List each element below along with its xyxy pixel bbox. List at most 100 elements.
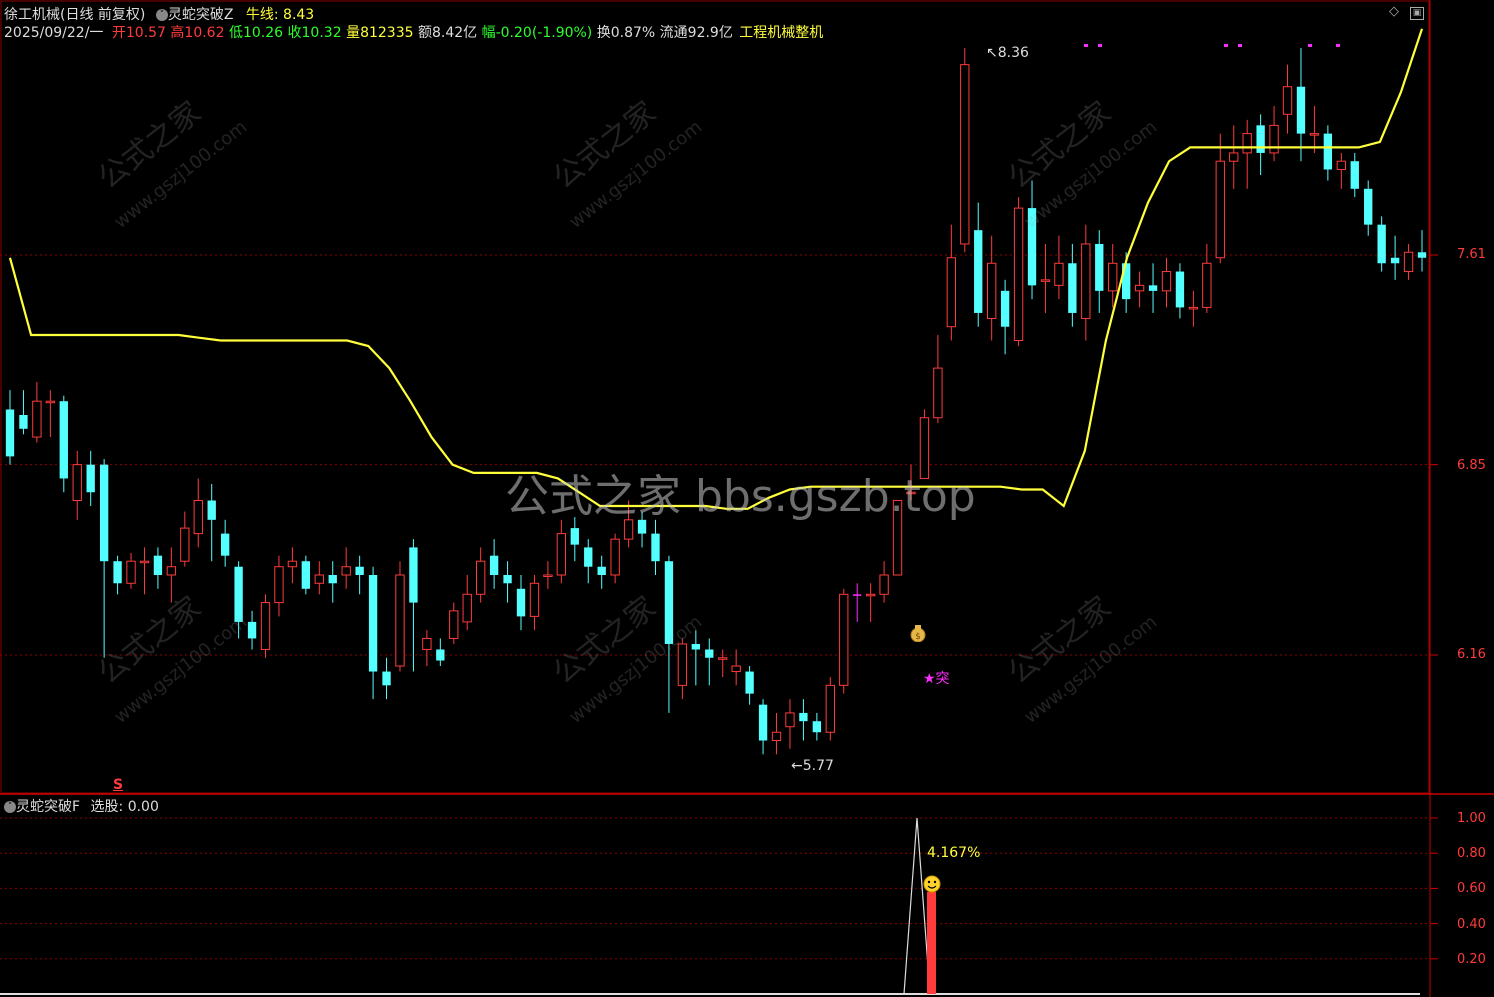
- candle-body-14: [193, 500, 203, 535]
- tu-label: ★突: [923, 671, 950, 687]
- candle-body-93: [1256, 125, 1265, 153]
- y-tick-sub-3: 0.40: [1457, 917, 1486, 932]
- center-watermark: 公式之家 bbs.gszb.top: [505, 471, 976, 522]
- y-tick-sub-0: 1.00: [1457, 811, 1486, 826]
- candle-body-50: [677, 643, 688, 686]
- candle-body-0: [5, 409, 15, 457]
- y-tick-main-1: 6.85: [1457, 458, 1486, 473]
- candle-body-51: [691, 643, 700, 650]
- sub-header: ˅ 灵蛇突破F 选股: 0.00: [4, 796, 159, 816]
- candle-body-15: [207, 500, 216, 520]
- high-value: 10.62: [184, 25, 225, 41]
- candle-body-72: [974, 230, 983, 313]
- candle-body-75: [1013, 207, 1024, 342]
- sub-red-bar: [927, 892, 936, 994]
- candle-body-24: [328, 575, 337, 584]
- candle-body-101: [1364, 188, 1373, 225]
- candle-body-87: [1175, 271, 1185, 308]
- sub-indicator-toggle-icon[interactable]: ˅: [4, 801, 16, 813]
- svg-text:$: $: [915, 632, 921, 642]
- candle-body-25: [341, 566, 351, 576]
- diamond-icon[interactable]: ◇: [1387, 5, 1401, 19]
- candle-body-56: [758, 704, 768, 741]
- change-label: 幅: [481, 25, 496, 41]
- xuangu-label: 选股:: [90, 799, 124, 815]
- change-value: -0.20(-1.90%): [495, 25, 593, 41]
- candle-body-16: [220, 533, 230, 556]
- candle-body-27: [368, 575, 378, 672]
- candle-body-23: [314, 574, 324, 584]
- header-line-1: 徐工机械(日线 前复权) ˅ 灵蛇突破Z 牛线: 8.43: [4, 4, 314, 24]
- y-tick-main-2: 6.16: [1457, 647, 1486, 662]
- candle-body-60: [812, 721, 822, 733]
- candle-body-1: [19, 415, 28, 429]
- candle-body-7: [99, 464, 109, 562]
- candle-body-42: [570, 528, 579, 545]
- niuxian-value: 8.43: [283, 7, 315, 23]
- candle-body-96: [1296, 86, 1306, 134]
- candle-body-105: [1417, 252, 1427, 258]
- float-value: 92.9亿: [687, 25, 733, 41]
- candle-body-103: [1390, 257, 1400, 264]
- indicator-sub-name[interactable]: 灵蛇突破F: [16, 799, 80, 815]
- open-value: 10.57: [125, 25, 166, 41]
- candle-body-31: [422, 637, 432, 650]
- indicator-main-name[interactable]: 灵蛇突破Z: [168, 7, 234, 23]
- signal-dot-4: [1308, 44, 1312, 47]
- candle-body-38: [516, 588, 526, 617]
- pct-label: 4.167%: [927, 845, 981, 861]
- candle-body-88: [1188, 306, 1199, 310]
- money-bag-icon: $: [909, 624, 927, 643]
- indicator-toggle-icon[interactable]: ˅: [155, 9, 168, 21]
- candle-body-100: [1350, 161, 1359, 189]
- candle-body-91: [1229, 152, 1239, 162]
- turnover-value: 0.87%: [610, 25, 656, 41]
- main-panel-frame: [0, 0, 1430, 794]
- candle-body-58: [785, 712, 795, 728]
- candle-body-5: [72, 464, 82, 502]
- candle-body-73: [987, 262, 997, 319]
- high-mark-value: 8.36: [997, 45, 1029, 61]
- candle-body-48: [651, 533, 660, 562]
- candle-body-81: [1095, 243, 1104, 291]
- candle-body-94: [1269, 124, 1279, 154]
- stock-name[interactable]: 徐工机械(日线 前复权): [4, 7, 145, 23]
- candle-body-26: [355, 566, 364, 575]
- candle-body-41: [556, 533, 567, 576]
- low-mark-value: 5.77: [802, 758, 834, 774]
- candle-body-68: [919, 417, 930, 479]
- y-tick-sub-1: 0.80: [1457, 846, 1486, 861]
- candle-body-95: [1282, 86, 1293, 115]
- turnover-label: 换: [596, 25, 611, 41]
- candle-body-6: [86, 464, 95, 493]
- high-label: 高: [170, 25, 185, 41]
- candle-body-104: [1403, 251, 1414, 273]
- candle-body-29: [395, 574, 405, 667]
- industry[interactable]: 工程机械整机: [739, 25, 823, 41]
- low-value: 10.26: [242, 25, 284, 41]
- close-value: 10.32: [301, 25, 342, 41]
- candle-body-4: [59, 401, 68, 479]
- signal-dot-5: [1336, 44, 1340, 47]
- candle-body-33: [449, 610, 459, 639]
- candle-body-89: [1202, 262, 1212, 308]
- candle-body-84: [1134, 284, 1145, 292]
- candle-body-37: [503, 575, 512, 584]
- candle-body-2: [32, 400, 42, 438]
- candle-body-97: [1309, 133, 1320, 136]
- candle-body-46: [623, 519, 634, 540]
- vol-value: 812335: [360, 25, 414, 41]
- candle-body-77: [1040, 279, 1051, 282]
- xuangu-value: 0.00: [127, 799, 159, 815]
- y-tick-sub-4: 0.20: [1457, 952, 1486, 967]
- candle-body-54: [731, 665, 741, 673]
- candle-body-85: [1148, 285, 1158, 291]
- candle-body-98: [1323, 133, 1333, 170]
- candle-body-20: [274, 566, 284, 604]
- window-icon[interactable]: ▣: [1410, 7, 1424, 20]
- open-label: 开: [111, 25, 126, 41]
- candle-body-99: [1336, 160, 1346, 170]
- candle-body-70: [946, 257, 957, 328]
- float-label: 流通: [659, 25, 688, 41]
- candle-body-82: [1108, 262, 1118, 292]
